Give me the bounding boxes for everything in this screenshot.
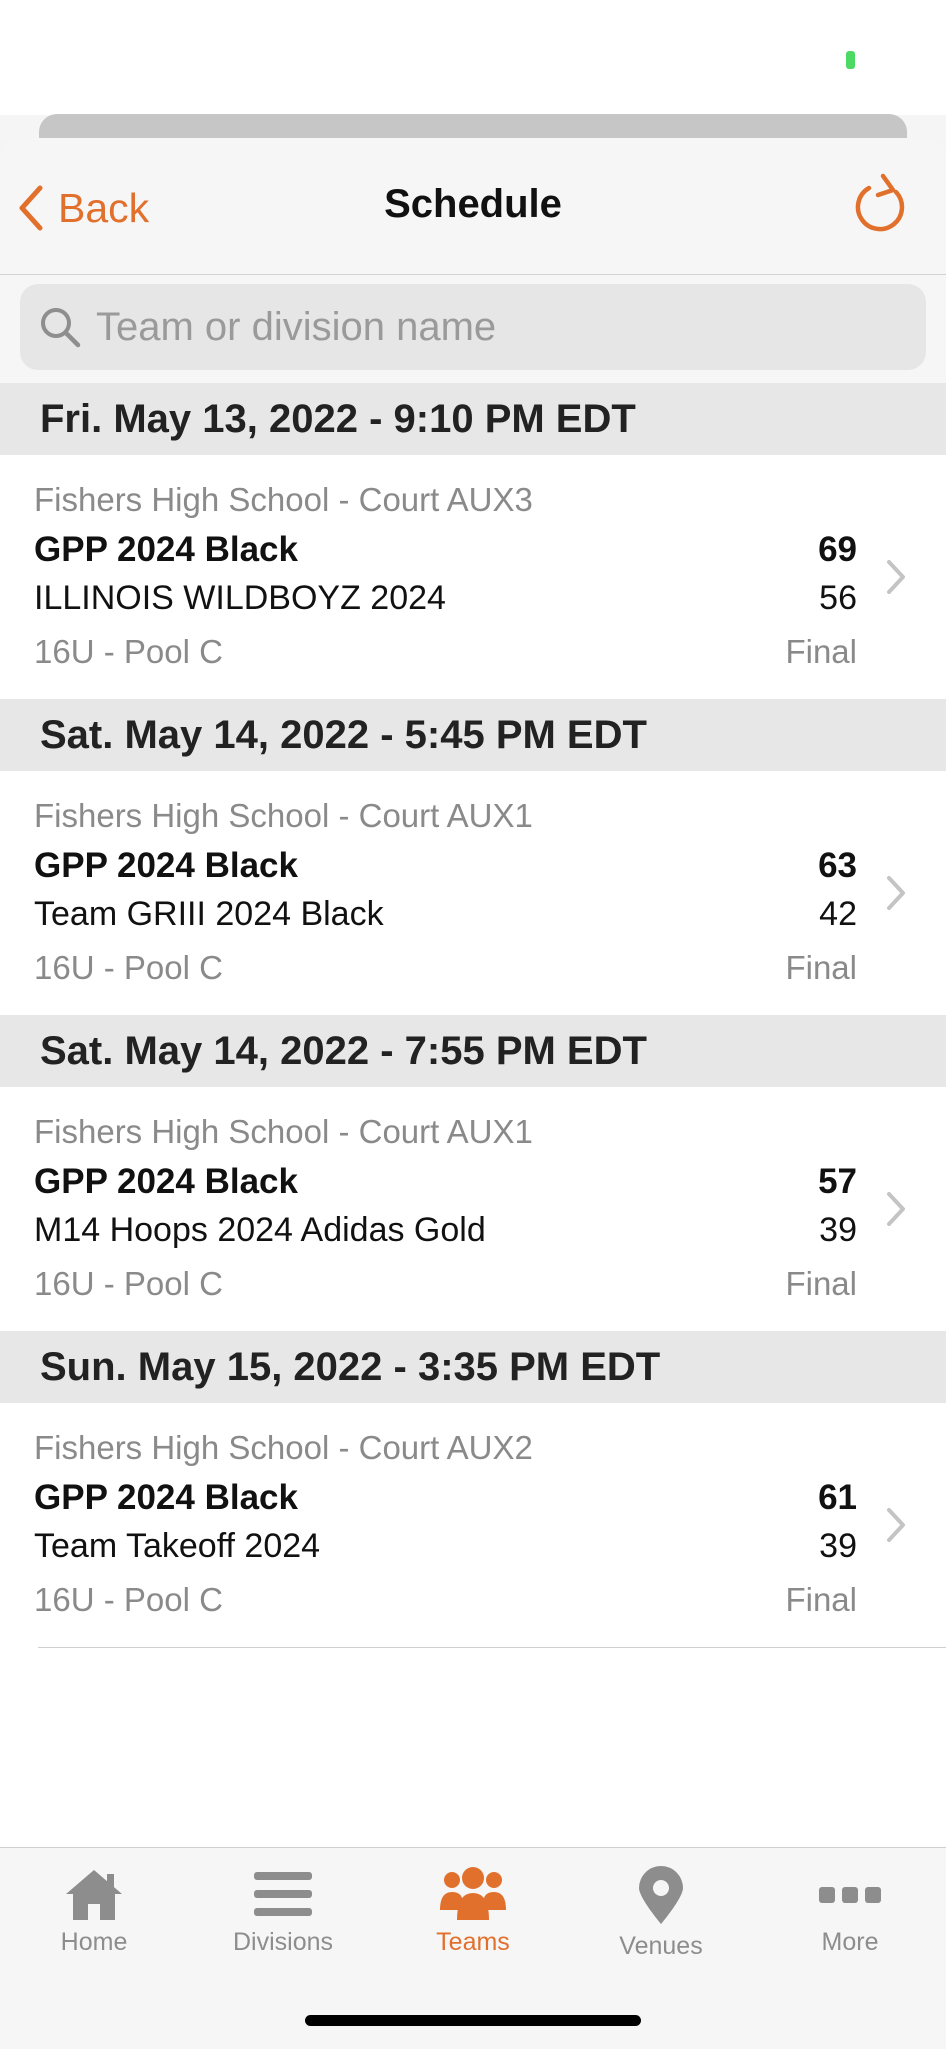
chevron-right-icon xyxy=(887,1192,905,1226)
home-team-name: GPP 2024 Black xyxy=(34,1162,298,1201)
tab-label: Divisions xyxy=(232,1928,334,1956)
away-team-name: M14 Hoops 2024 Adidas Gold xyxy=(34,1211,486,1249)
search-icon xyxy=(41,308,81,348)
venue-label: Fishers High School - Court AUX2 xyxy=(34,1429,533,1466)
tab-label: Home xyxy=(60,1928,128,1956)
home-team-name: GPP 2024 Black xyxy=(34,846,298,885)
venue-label: Fishers High School - Court AUX1 xyxy=(34,1113,533,1150)
game-status: Final xyxy=(785,1581,857,1618)
home-team-score: 61 xyxy=(818,1478,857,1517)
tab-venues[interactable]: Venues xyxy=(576,1866,746,1976)
away-team-score: 39 xyxy=(819,1211,857,1249)
tab-home[interactable]: Home xyxy=(9,1866,179,1976)
location-pin-icon xyxy=(639,1866,683,1924)
tab-label: More xyxy=(821,1928,879,1956)
date-section-header: Sat. May 14, 2022 - 5:45 PM EDT xyxy=(0,699,946,771)
date-section-header: Sun. May 15, 2022 - 3:35 PM EDT xyxy=(0,1331,946,1403)
away-team-name: Team Takeoff 2024 xyxy=(34,1527,321,1565)
division-label: 16U - Pool C xyxy=(34,633,223,670)
home-team-name: GPP 2024 Black xyxy=(34,530,298,569)
away-team-score: 42 xyxy=(819,895,857,933)
schedule-sheet: Back Schedule Fri. May 13, 2022 - 9:10 P… xyxy=(0,138,946,2048)
date-section-header: Fri. May 13, 2022 - 9:10 PM EDT xyxy=(0,383,946,455)
list-icon xyxy=(254,1872,312,1916)
game-row[interactable]: Fishers High School - Court AUX2 GPP 202… xyxy=(0,1403,946,1647)
tab-teams[interactable]: Teams xyxy=(388,1866,558,1976)
tab-label: Venues xyxy=(619,1932,703,1960)
game-row[interactable]: Fishers High School - Court AUX1 GPP 202… xyxy=(0,1087,946,1331)
page-title: Schedule xyxy=(384,182,562,226)
game-status: Final xyxy=(785,949,857,986)
refresh-icon xyxy=(855,173,905,232)
row-separator xyxy=(0,1647,946,1649)
more-dots-icon xyxy=(819,1887,881,1903)
home-team-name: GPP 2024 Black xyxy=(34,1478,298,1517)
away-team-name: Team GRIII 2024 Black xyxy=(34,895,384,933)
search-input[interactable] xyxy=(94,303,918,351)
away-team-score: 39 xyxy=(819,1527,857,1565)
tab-divisions[interactable]: Divisions xyxy=(198,1866,368,1976)
away-team-name: ILLINOIS WILDBOYZ 2024 xyxy=(34,579,446,617)
chevron-right-icon xyxy=(887,876,905,910)
date-section-header: Sat. May 14, 2022 - 7:55 PM EDT xyxy=(0,1015,946,1087)
division-label: 16U - Pool C xyxy=(34,1265,223,1302)
search-bar[interactable] xyxy=(20,284,926,370)
division-label: 16U - Pool C xyxy=(34,949,223,986)
navigation-bar: Back Schedule xyxy=(0,138,946,275)
game-status: Final xyxy=(785,633,857,670)
venue-label: Fishers High School - Court AUX3 xyxy=(34,481,533,518)
tab-more[interactable]: More xyxy=(765,1866,935,1976)
schedule-list: Fri. May 13, 2022 - 9:10 PM EDT Fishers … xyxy=(0,383,946,1649)
battery-indicator xyxy=(846,51,855,69)
tab-label: Teams xyxy=(436,1928,510,1956)
game-status: Final xyxy=(785,1265,857,1302)
game-row[interactable]: Fishers High School - Court AUX3 GPP 202… xyxy=(0,455,946,699)
game-row[interactable]: Fishers High School - Court AUX1 GPP 202… xyxy=(0,771,946,1015)
home-icon xyxy=(66,1870,122,1920)
chevron-right-icon xyxy=(887,1508,905,1542)
home-team-score: 69 xyxy=(818,530,857,569)
home-team-score: 63 xyxy=(818,846,857,885)
status-bar xyxy=(0,0,946,115)
away-team-score: 56 xyxy=(819,579,857,617)
refresh-button[interactable] xyxy=(848,170,914,240)
home-team-score: 57 xyxy=(818,1162,857,1201)
division-label: 16U - Pool C xyxy=(34,1581,223,1618)
venue-label: Fishers High School - Court AUX1 xyxy=(34,797,533,834)
home-indicator[interactable] xyxy=(305,2015,641,2026)
chevron-right-icon xyxy=(887,560,905,594)
team-icon xyxy=(440,1867,506,1920)
